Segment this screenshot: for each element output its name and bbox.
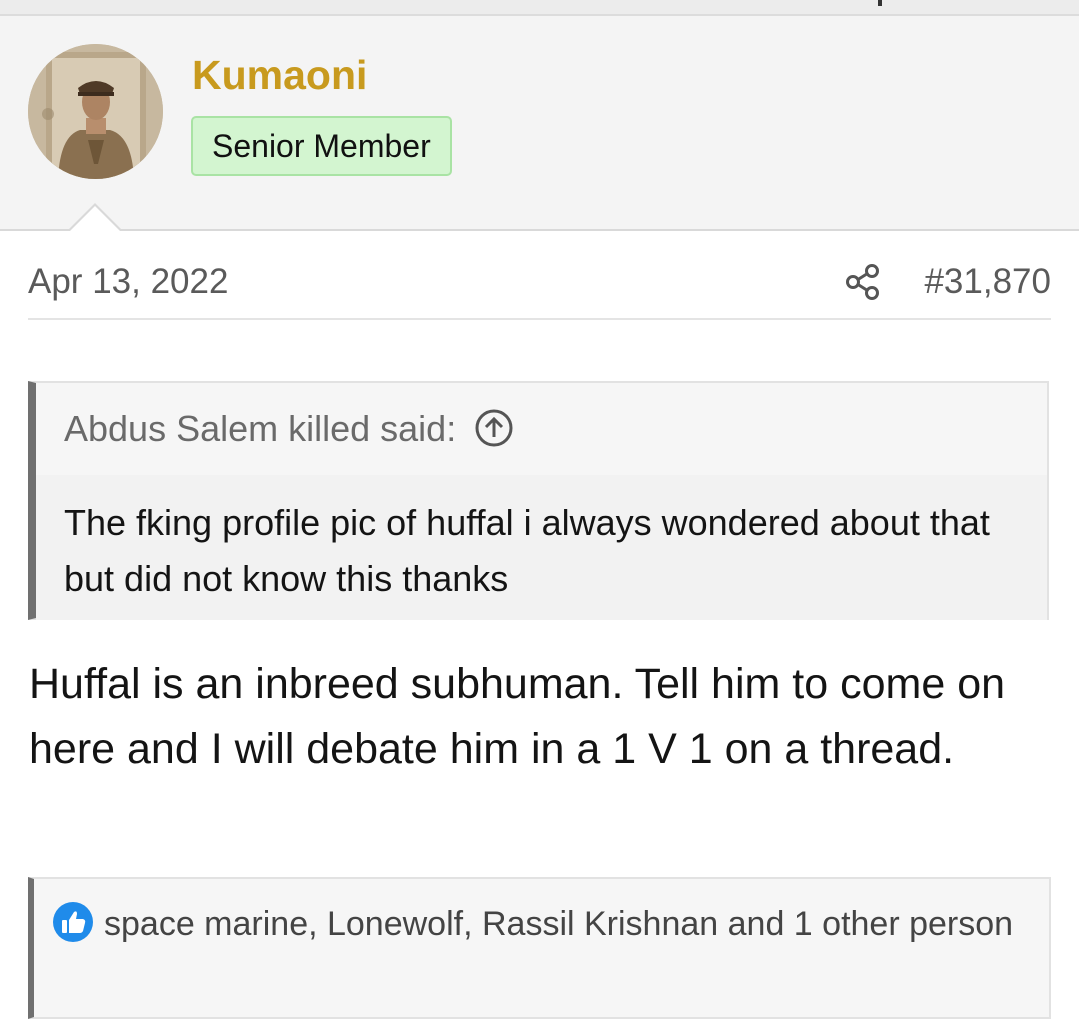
username[interactable]: Kumaoni	[192, 52, 367, 99]
like-icon	[53, 902, 93, 943]
header-pointer-fill	[69, 206, 121, 232]
quote-content: The fking profile pic of huffal i always…	[36, 475, 1047, 620]
quote-author-said[interactable]: Abdus Salem killed said:	[64, 408, 456, 449]
user-title-badge: Senior Member	[191, 116, 452, 176]
post-number-link[interactable]: #31,870	[924, 262, 1051, 302]
reactions-bar[interactable]: space marine, Lonewolf, Rassil Krishnan …	[28, 877, 1051, 1019]
reactions-list[interactable]: space marine, Lonewolf, Rassil Krishnan …	[104, 905, 1013, 943]
quote-header[interactable]: Abdus Salem killed said:	[64, 383, 514, 475]
post-date[interactable]: Apr 13, 2022	[28, 262, 228, 302]
top-strip	[0, 0, 1079, 16]
post-message: Huffal is an inbreed subhuman. Tell him …	[29, 660, 1006, 773]
post-meta-bar: Apr 13, 2022 #31,870	[28, 262, 1051, 320]
quote-block: Abdus Salem killed said: The fking profi…	[28, 381, 1049, 620]
avatar[interactable]	[28, 44, 163, 179]
strip-fragment	[878, 0, 882, 6]
share-icon[interactable]	[845, 263, 881, 301]
arrow-up-circle-icon[interactable]	[474, 408, 514, 448]
